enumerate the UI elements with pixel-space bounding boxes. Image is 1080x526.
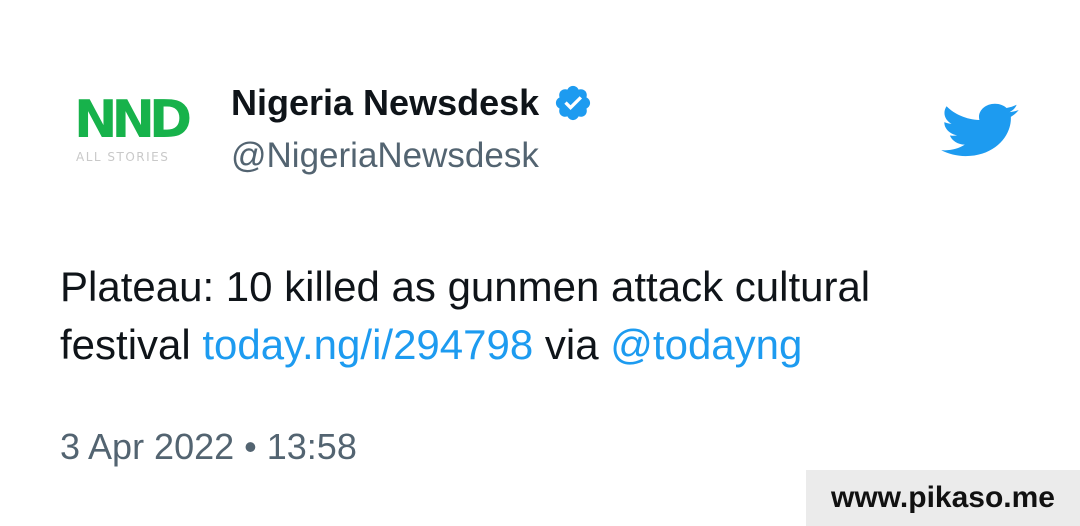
author-name-row: Nigeria Newsdesk	[231, 80, 593, 126]
tweet-text: Plateau: 10 killed as gunmen attack cult…	[60, 258, 960, 374]
tweet-text-line1: Plateau: 10 killed as gunmen attack cult…	[60, 263, 871, 310]
tweet-mention[interactable]: @todayng	[610, 321, 802, 368]
avatar-logo-text: NND	[74, 90, 192, 150]
avatar[interactable]: NND ALL STORIES	[60, 88, 194, 178]
tweet-timestamp[interactable]: 3 Apr 2022 • 13:58	[60, 426, 357, 468]
tweet-text-via: via	[544, 321, 599, 368]
watermark: www.pikaso.me	[806, 470, 1080, 526]
twitter-bird-icon	[938, 96, 1020, 164]
tweet-link[interactable]: today.ng/i/294798	[202, 321, 533, 368]
author-display-name[interactable]: Nigeria Newsdesk	[231, 82, 539, 124]
verified-badge-icon	[553, 83, 593, 123]
author-handle[interactable]: @NigeriaNewsdesk	[231, 136, 539, 176]
avatar-logo-subtitle: ALL STORIES	[76, 150, 170, 164]
tweet-text-festival: festival	[60, 321, 191, 368]
